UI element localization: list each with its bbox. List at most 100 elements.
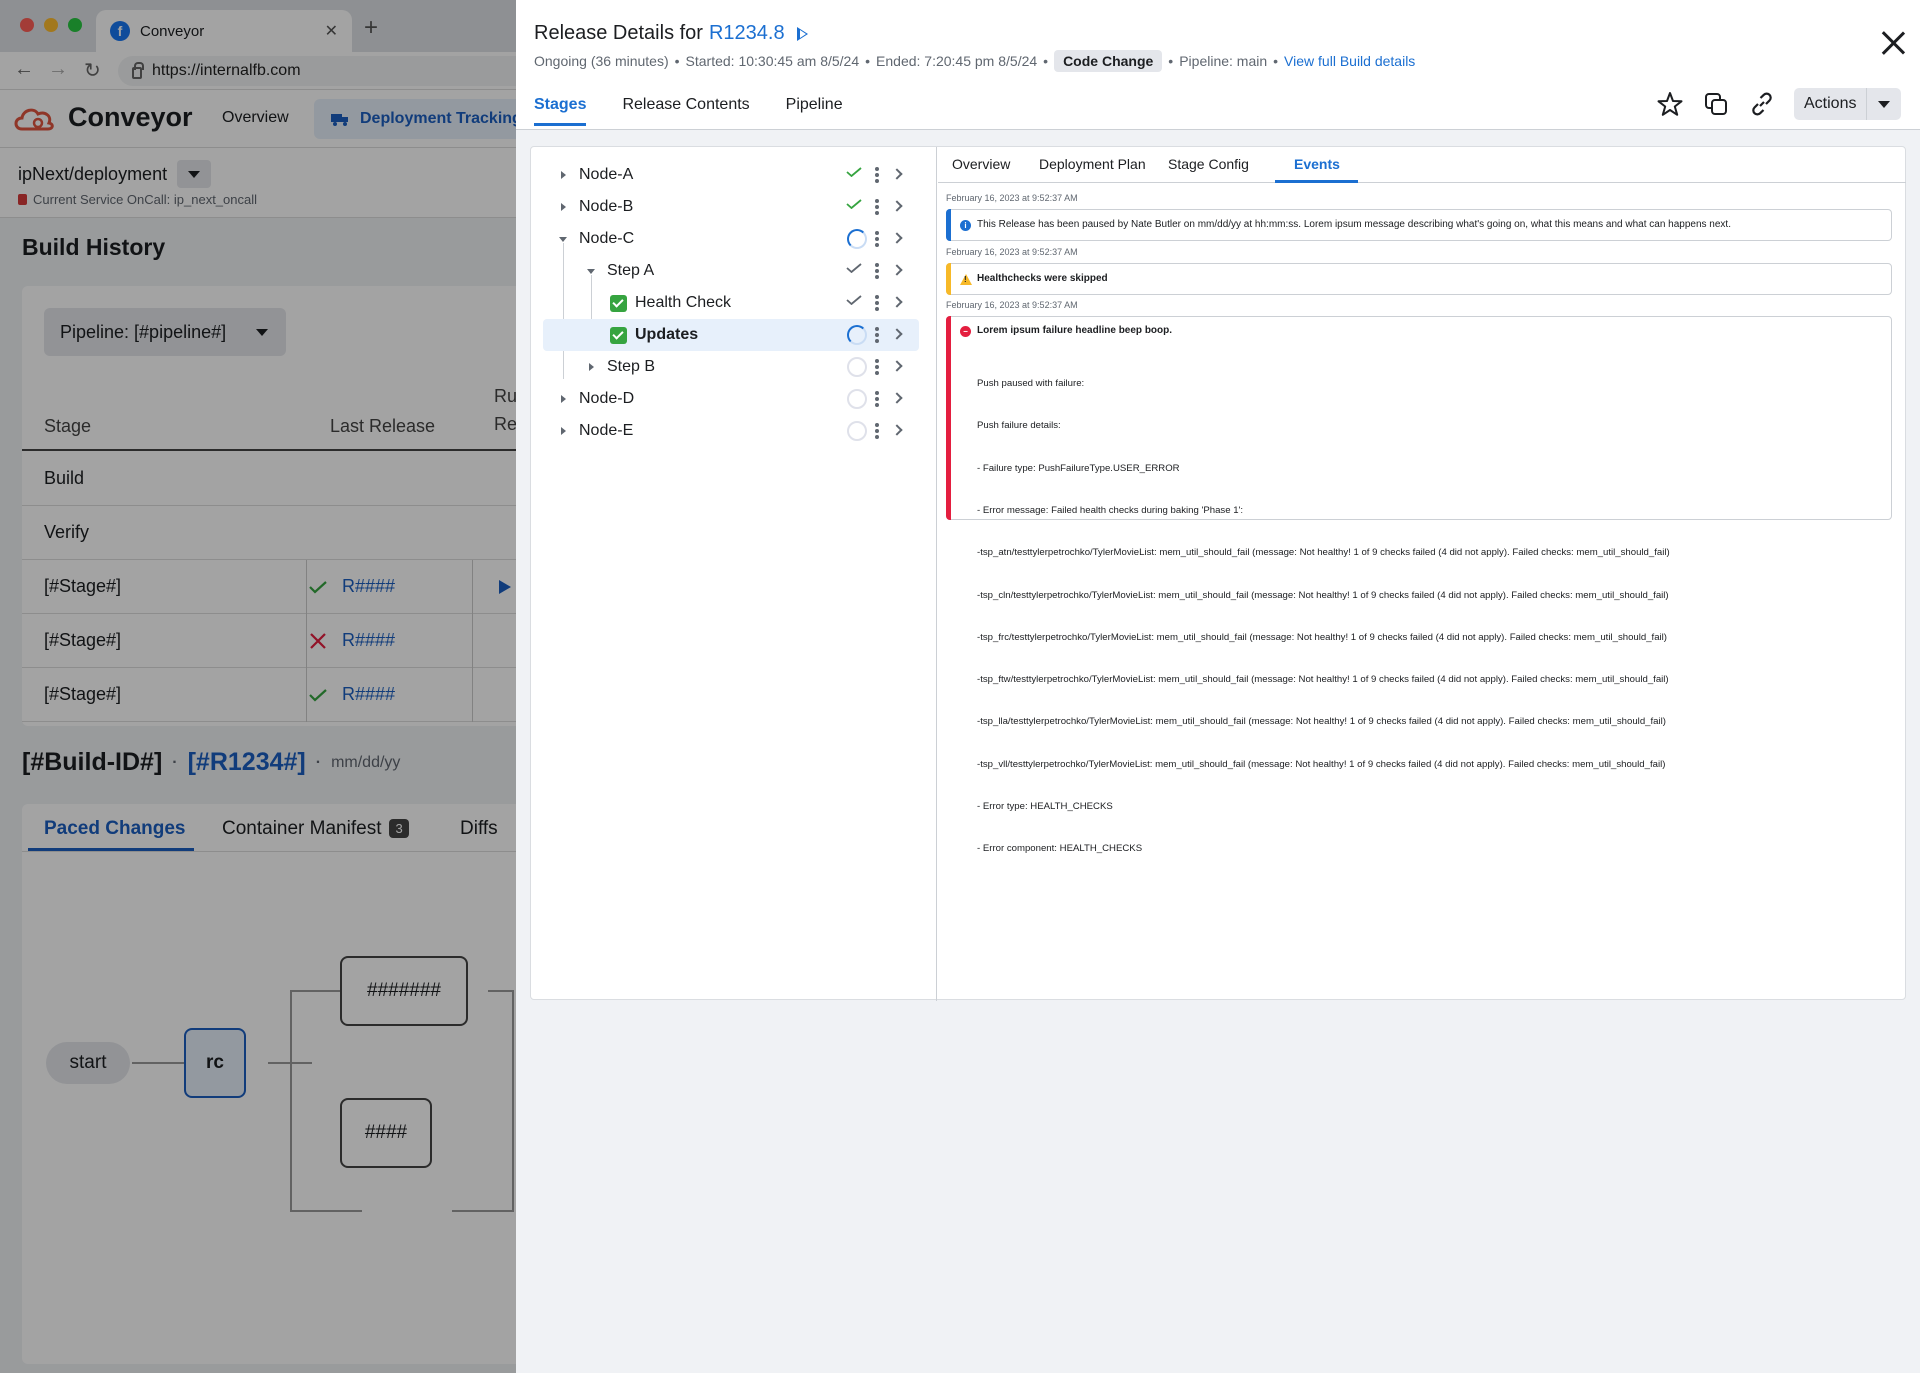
event-timestamp: February 16, 2023 at 9:52:37 AM [946, 300, 1078, 310]
event-severity-bar [946, 209, 951, 241]
tree-item-label: Node-C [579, 230, 635, 247]
collapse-icon[interactable] [587, 269, 595, 274]
event-detail-line: - Failure type: PushFailureType.USER_ERR… [977, 462, 1180, 474]
expand-icon[interactable] [589, 363, 594, 371]
stage-detail-pane: Overview Deployment Plan Stage Config Ev… [938, 147, 1906, 1001]
collapse-icon[interactable] [559, 237, 567, 242]
separator: • [1273, 53, 1279, 69]
tree-item-label: Step A [607, 262, 655, 279]
copy-icon[interactable] [1702, 90, 1730, 118]
event-severity-bar [946, 316, 951, 520]
release-id-link[interactable]: R1234.8 [709, 22, 785, 45]
tree-item-label: Updates [635, 326, 699, 343]
link-icon[interactable] [1748, 90, 1776, 118]
tab-deployment-plan[interactable]: Deployment Plan [1039, 156, 1146, 172]
kebab-menu-icon[interactable] [875, 167, 879, 183]
tab-events[interactable]: Events [1294, 156, 1340, 172]
event-info: i This Release has been paused by Nate B… [946, 209, 1892, 241]
star-icon[interactable] [1656, 90, 1684, 118]
event-headline: Lorem ipsum failure headline beep boop. [977, 325, 1173, 336]
panel-tabs: Stages Release Contents Pipeline [534, 96, 843, 126]
tree-item-step-b[interactable]: Step B [543, 351, 919, 383]
tree-item-label: Step B [607, 358, 656, 375]
close-panel-icon[interactable] [1880, 30, 1906, 56]
expand-icon[interactable] [561, 395, 566, 403]
separator: • [674, 53, 680, 69]
tab-pipeline[interactable]: Pipeline [786, 96, 843, 126]
tree-item-node-a[interactable]: Node-A [543, 159, 919, 191]
release-started: Started: 10:30:45 am 8/5/24 [685, 53, 860, 69]
warning-icon [960, 274, 972, 285]
kebab-menu-icon[interactable] [875, 231, 879, 247]
chevron-right-icon[interactable] [891, 200, 903, 212]
expand-icon[interactable] [561, 171, 566, 179]
tree-item-health-check[interactable]: Health Check [543, 287, 919, 319]
event-details: Push paused with failure: Push failure d… [977, 349, 1670, 885]
release-details-panel: Release Details for R1234.8 Ongoing (36 … [516, 0, 1920, 1373]
checkbox-checked-icon[interactable] [610, 327, 627, 344]
tab-stages[interactable]: Stages [534, 96, 587, 126]
event-detail-line: - Error message: Failed health checks du… [977, 505, 1244, 517]
chevron-right-icon[interactable] [891, 168, 903, 180]
actions-dropdown-button[interactable] [1867, 88, 1901, 120]
kebab-menu-icon[interactable] [875, 359, 879, 375]
kebab-menu-icon[interactable] [875, 199, 879, 215]
event-detail-line: -tsp_ftw/testtylerpetrochko/TylerMovieLi… [977, 674, 1669, 686]
separator: • [865, 53, 871, 69]
separator: • [1043, 53, 1049, 69]
tab-release-contents[interactable]: Release Contents [622, 96, 749, 126]
release-meta: Ongoing (36 minutes) • Started: 10:30:45… [534, 50, 1415, 72]
event-error: − Lorem ipsum failure headline beep boop… [946, 316, 1892, 854]
tree-item-node-d[interactable]: Node-D [543, 383, 919, 415]
tree-item-node-c[interactable]: Node-C [543, 223, 919, 255]
in-progress-spinner-icon [847, 325, 867, 345]
tree-item-label: Node-E [579, 422, 634, 439]
kebab-menu-icon[interactable] [875, 391, 879, 407]
check-icon [846, 295, 862, 305]
kebab-menu-icon[interactable] [875, 327, 879, 343]
separator: • [1168, 53, 1174, 69]
checkbox-checked-icon[interactable] [610, 295, 627, 312]
play-icon[interactable] [796, 26, 808, 41]
modal-scrim[interactable] [0, 0, 516, 1373]
panel-title: Release Details for R1234.8 [534, 22, 808, 45]
chevron-right-icon[interactable] [891, 424, 903, 436]
active-tab-indicator [1275, 180, 1358, 183]
event-timestamp: February 16, 2023 at 9:52:37 AM [946, 247, 1078, 257]
panel-title-prefix: Release Details for [534, 22, 703, 44]
error-icon: − [960, 326, 971, 337]
view-build-details-link[interactable]: View full Build details [1284, 53, 1415, 69]
chevron-right-icon[interactable] [891, 392, 903, 404]
chevron-right-icon[interactable] [891, 360, 903, 372]
kebab-menu-icon[interactable] [875, 263, 879, 279]
check-icon [846, 263, 862, 273]
tab-overview[interactable]: Overview [952, 156, 1010, 172]
chevron-right-icon[interactable] [891, 328, 903, 340]
tree-item-updates[interactable]: Updates [543, 319, 919, 351]
info-icon: i [960, 220, 971, 231]
in-progress-spinner-icon [847, 229, 867, 249]
tree-item-node-b[interactable]: Node-B [543, 191, 919, 223]
tree-item-node-e[interactable]: Node-E [543, 415, 919, 447]
release-pipeline: Pipeline: main [1179, 53, 1268, 69]
event-detail-line: -tsp_frc/testtylerpetrochko/TylerMovieLi… [977, 631, 1668, 643]
expand-icon[interactable] [561, 203, 566, 211]
actions-button[interactable]: Actions [1794, 88, 1868, 120]
panel-header: Release Details for R1234.8 Ongoing (36 … [516, 0, 1920, 130]
actions-menu[interactable]: Actions [1794, 88, 1902, 120]
chevron-right-icon[interactable] [891, 264, 903, 276]
panel-toolbar: Actions [1656, 88, 1902, 120]
release-status: Ongoing (36 minutes) [534, 53, 669, 69]
kebab-menu-icon[interactable] [875, 423, 879, 439]
kebab-menu-icon[interactable] [875, 295, 879, 311]
stage-tree: Node-A Node-B Node-C Step A Health Check… [531, 147, 937, 1001]
check-icon [846, 167, 862, 177]
tab-stage-config[interactable]: Stage Config [1168, 156, 1249, 172]
expand-icon[interactable] [561, 427, 566, 435]
event-detail-line: -tsp_atn/testtylerpetrochko/TylerMovieLi… [977, 547, 1670, 559]
chevron-right-icon[interactable] [891, 232, 903, 244]
event-detail-line: -tsp_lla/testtylerpetrochko/TylerMovieLi… [977, 716, 1666, 728]
detail-tabs: Overview Deployment Plan Stage Config Ev… [938, 147, 1906, 183]
tree-item-step-a[interactable]: Step A [543, 255, 919, 287]
chevron-right-icon[interactable] [891, 296, 903, 308]
